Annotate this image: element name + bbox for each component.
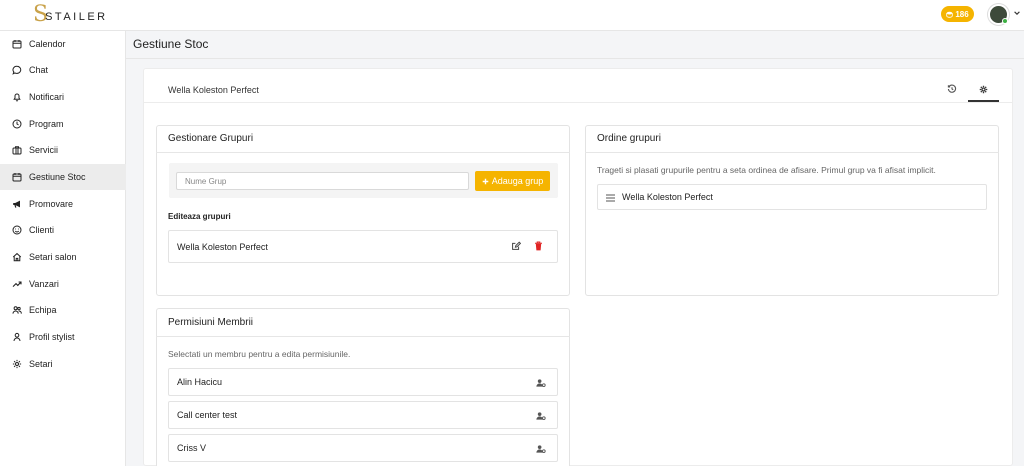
user-settings-icon[interactable] <box>536 444 546 454</box>
order-panel-title: Ordine grupuri <box>597 133 661 144</box>
panel-divider <box>156 152 570 153</box>
home-icon <box>12 252 22 262</box>
edit-icon[interactable] <box>511 241 521 251</box>
chevron-down-icon[interactable] <box>1013 9 1021 19</box>
panel-divider <box>156 336 570 337</box>
chat-icon <box>12 65 22 75</box>
members-description: Selectati un membru pentru a edita permi… <box>168 349 351 359</box>
logo-text: STAILER <box>45 10 108 23</box>
plus-icon <box>482 178 489 184</box>
sidebar-item-label: Notificari <box>29 92 65 102</box>
sidebar-item-chat[interactable]: Chat <box>0 57 126 83</box>
sidebar-item-notificari[interactable]: Notificari <box>0 84 126 110</box>
coins-icon <box>946 11 954 18</box>
megaphone-icon <box>13 200 20 208</box>
draggable-group-row[interactable]: Wella Koleston Perfect <box>597 184 987 210</box>
member-name: Alin Hacicu <box>177 377 223 387</box>
page-title: Gestiune Stoc <box>133 37 209 51</box>
sidebar-item-servicii[interactable]: Servicii <box>0 137 126 163</box>
sidebar-item-program[interactable]: Program <box>0 111 126 137</box>
sidebar-item-label: Calendor <box>29 39 66 49</box>
bell-icon <box>13 93 21 102</box>
user-icon <box>13 332 21 342</box>
member-row[interactable]: Criss V <box>168 434 558 462</box>
groups-panel-title: Gestionare Grupuri <box>168 133 254 144</box>
add-group-label: Adauga grup <box>491 176 544 186</box>
user-settings-icon[interactable] <box>536 378 546 388</box>
member-name: Criss V <box>177 443 206 453</box>
sidebar-item-clienti[interactable]: Clienti <box>0 217 126 243</box>
sidebar: Calendor Chat Notificari Program Servici… <box>0 31 126 466</box>
user-settings-icon[interactable] <box>536 411 546 421</box>
smiley-icon <box>12 225 22 235</box>
sidebar-item-vanzari[interactable]: Vanzari <box>0 271 126 297</box>
members-panel-title: Permisiuni Membrii <box>168 317 254 328</box>
member-row[interactable]: Call center test <box>168 401 558 429</box>
settings-tab-button[interactable] <box>976 82 990 96</box>
group-name: Wella Koleston Perfect <box>177 241 268 252</box>
add-group-button[interactable]: Adauga grup <box>475 171 550 191</box>
clock-icon <box>12 119 22 129</box>
trash-icon[interactable] <box>533 241 543 251</box>
sidebar-item-setari[interactable]: Setari <box>0 351 126 377</box>
header-divider <box>126 58 1024 59</box>
calendar-icon <box>12 40 22 49</box>
coins-count: 186 <box>955 9 969 19</box>
sidebar-item-profil-stylist[interactable]: Profil stylist <box>0 324 126 350</box>
user-avatar[interactable] <box>988 4 1009 25</box>
briefcase-icon <box>12 146 22 155</box>
member-row[interactable]: Alin Hacicu <box>168 368 558 396</box>
panel-divider <box>585 152 999 153</box>
sidebar-item-label: Setari salon <box>29 252 77 262</box>
tab-title: Wella Koleston Perfect <box>168 85 259 95</box>
sidebar-item-label: Program <box>29 119 64 129</box>
order-panel <box>585 125 999 296</box>
group-name-input[interactable] <box>176 172 469 190</box>
sidebar-item-promovare[interactable]: Promovare <box>0 191 126 217</box>
sidebar-item-setari-salon[interactable]: Setari salon <box>0 244 126 270</box>
sidebar-item-label: Vanzari <box>29 279 59 289</box>
tab-divider <box>143 102 1013 103</box>
group-row[interactable]: Wella Koleston Perfect <box>168 230 558 263</box>
sidebar-item-label: Promovare <box>29 199 74 209</box>
sidebar-item-label: Profil stylist <box>29 332 75 342</box>
sidebar-item-label: Gestiune Stoc <box>29 172 86 182</box>
history-icon <box>947 84 957 93</box>
sidebar-item-echipa[interactable]: Echipa <box>0 297 126 323</box>
sidebar-item-label: Setari <box>29 359 53 369</box>
logo[interactable]: S STAILER <box>33 4 108 26</box>
edit-groups-label: Editeaza grupuri <box>168 212 231 221</box>
member-name: Call center test <box>177 410 238 420</box>
drag-handle-icon[interactable] <box>605 193 615 203</box>
gear-icon <box>12 359 22 369</box>
sidebar-item-calendor[interactable]: Calendor <box>0 31 126 57</box>
group-name: Wella Koleston Perfect <box>622 192 713 202</box>
sidebar-item-label: Clienti <box>29 225 55 235</box>
sidebar-item-gestiune-stoc[interactable]: Gestiune Stoc <box>0 164 126 190</box>
coins-badge[interactable]: 186 <box>941 6 974 22</box>
online-status-dot <box>1002 18 1008 24</box>
gear-icon <box>979 85 987 93</box>
team-icon <box>12 306 22 314</box>
sidebar-item-label: Echipa <box>29 305 57 315</box>
groups-panel <box>156 125 570 296</box>
trend-up-icon <box>12 281 22 287</box>
history-button[interactable] <box>945 82 959 96</box>
sidebar-item-label: Chat <box>29 65 49 75</box>
calendar-icon <box>12 173 22 182</box>
sidebar-item-label: Servicii <box>29 145 59 155</box>
top-bar: S STAILER 186 <box>0 0 1024 31</box>
order-description: Trageti si plasati grupurile pentru a se… <box>597 165 936 175</box>
